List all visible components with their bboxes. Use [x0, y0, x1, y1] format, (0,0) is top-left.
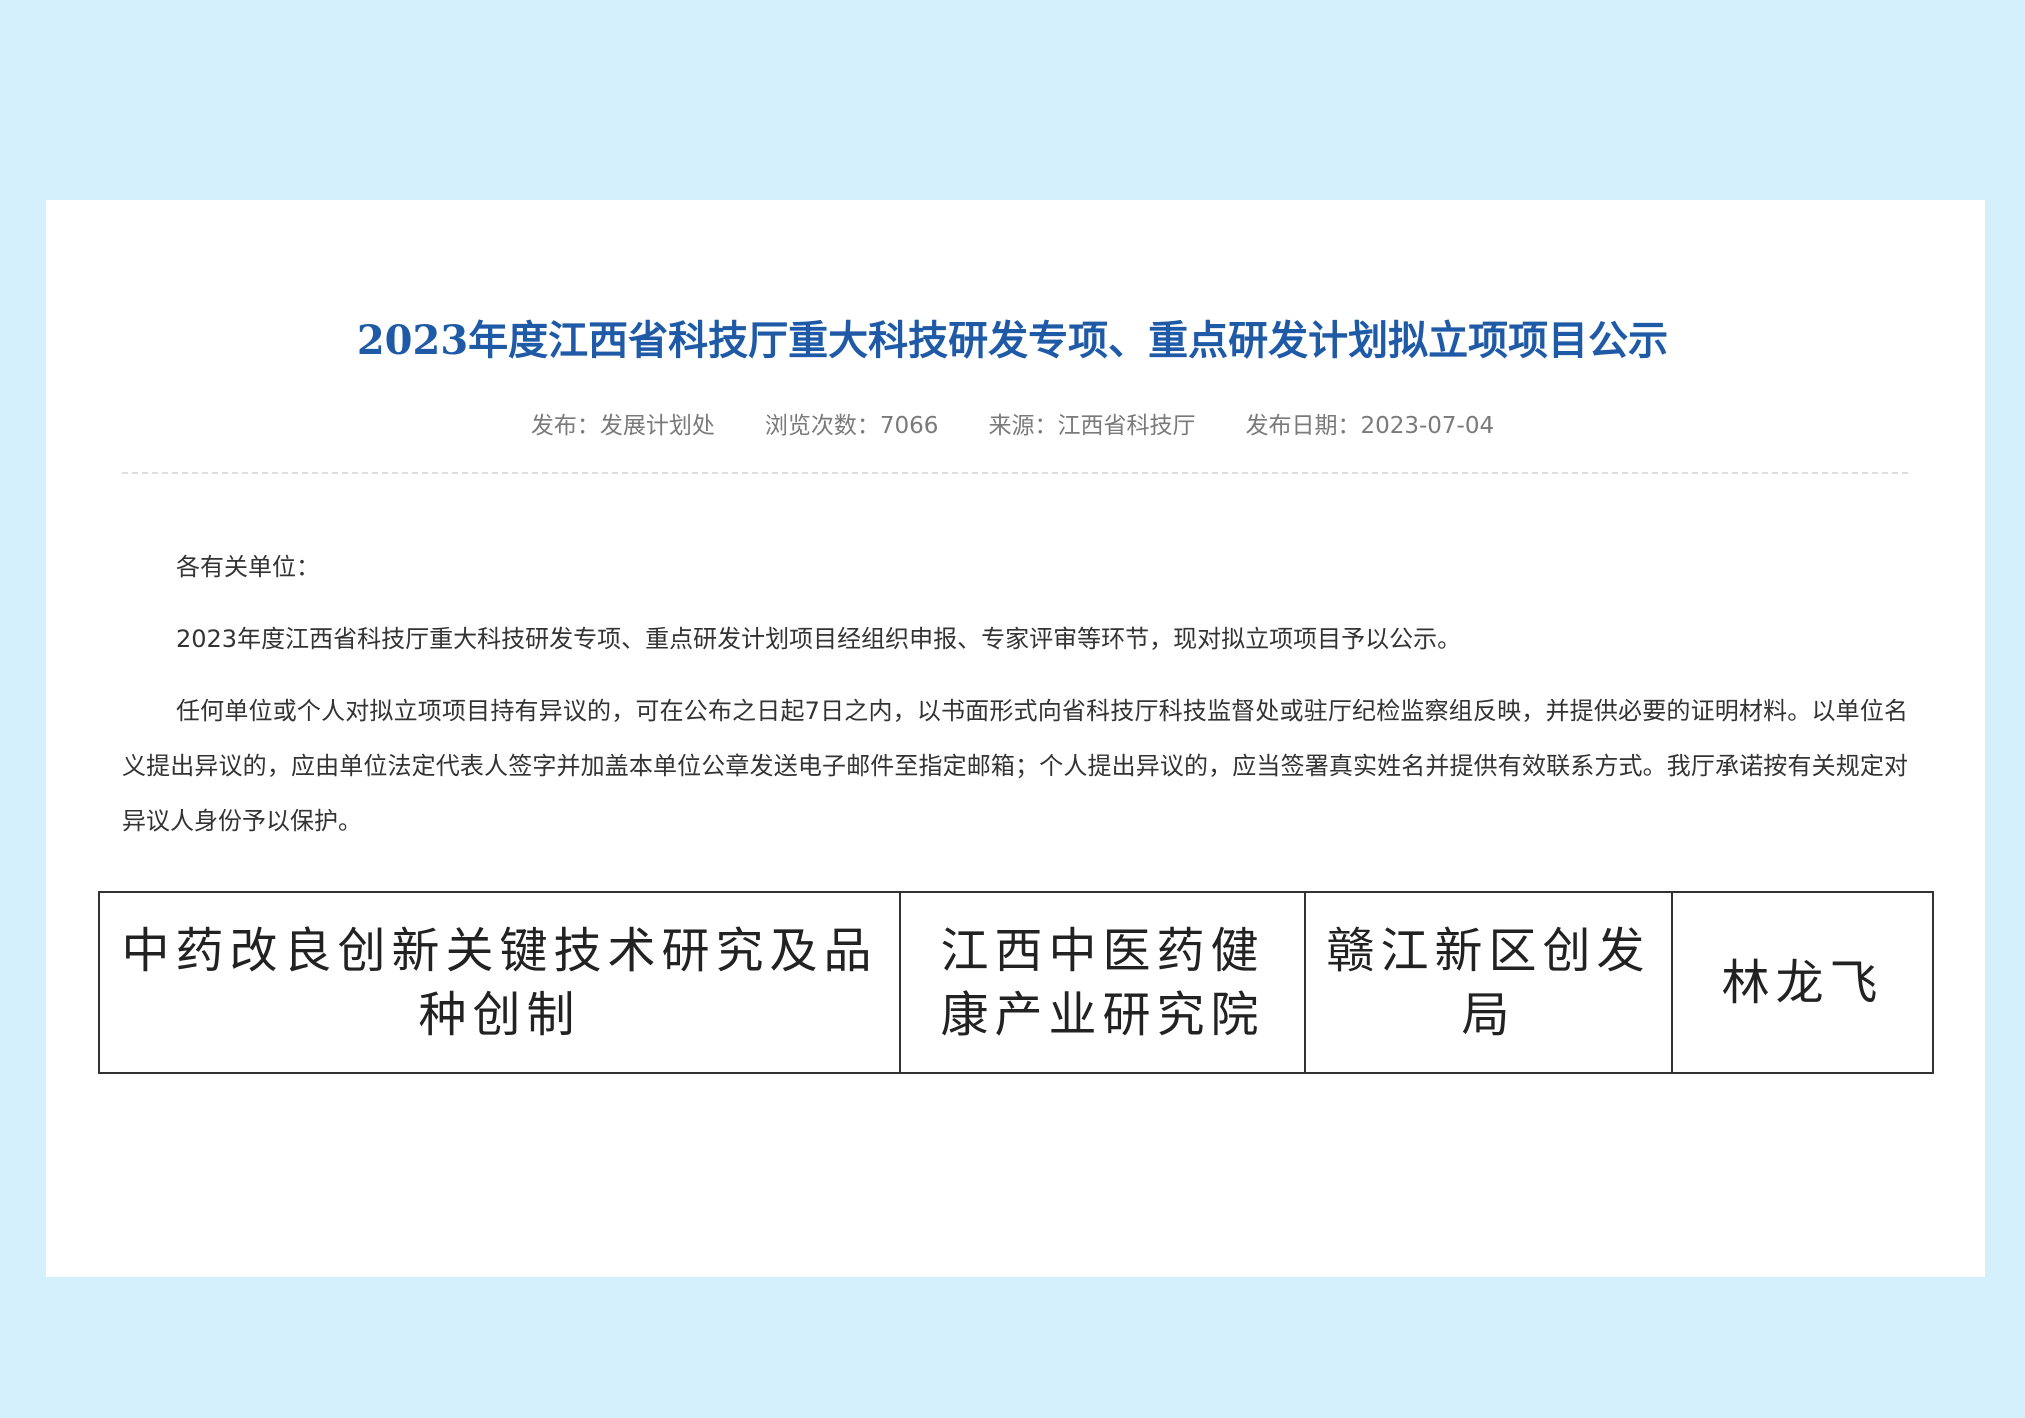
article-meta: 发布：发展计划处 浏览次数：7066 来源：江西省科技厅 发布日期：2023-0…: [0, 406, 2025, 440]
article-title: 2023年度江西省科技厅重大科技研发专项、重点研发计划拟立项项目公示: [356, 317, 1669, 364]
meta-date: 发布日期：2023-07-04: [1245, 413, 1495, 439]
meta-publisher: 发布：发展计划处: [530, 413, 715, 439]
project-table: 中药改良创新关键技术研究及品种创制 江西中医药健康产业研究院 赣江新区创发局 林…: [98, 891, 1934, 1074]
meta-source: 来源：江西省科技厅: [988, 413, 1196, 439]
meta-views: 浏览次数：7066: [764, 413, 939, 439]
paragraph-intro: 2023年度江西省科技厅重大科技研发专项、重点研发计划项目经组织申报、专家评审等…: [176, 625, 1462, 653]
project-leader-cell: 林龙飞: [1671, 891, 1934, 1074]
greeting: 各有关单位：: [176, 553, 320, 581]
meta-divider: [122, 472, 1908, 474]
project-name-cell: 中药改良创新关键技术研究及品种创制: [98, 891, 901, 1074]
table-row: 中药改良创新关键技术研究及品种创制 江西中医药健康产业研究院 赣江新区创发局 林…: [98, 891, 1934, 1074]
recommending-unit-cell: 赣江新区创发局: [1304, 891, 1673, 1074]
paragraph-objection: 任何单位或个人对拟立项项目持有异议的，可在公布之日起7日之内，以书面形式向省科技…: [122, 697, 1908, 835]
undertaking-unit-cell: 江西中医药健康产业研究院: [899, 891, 1306, 1074]
